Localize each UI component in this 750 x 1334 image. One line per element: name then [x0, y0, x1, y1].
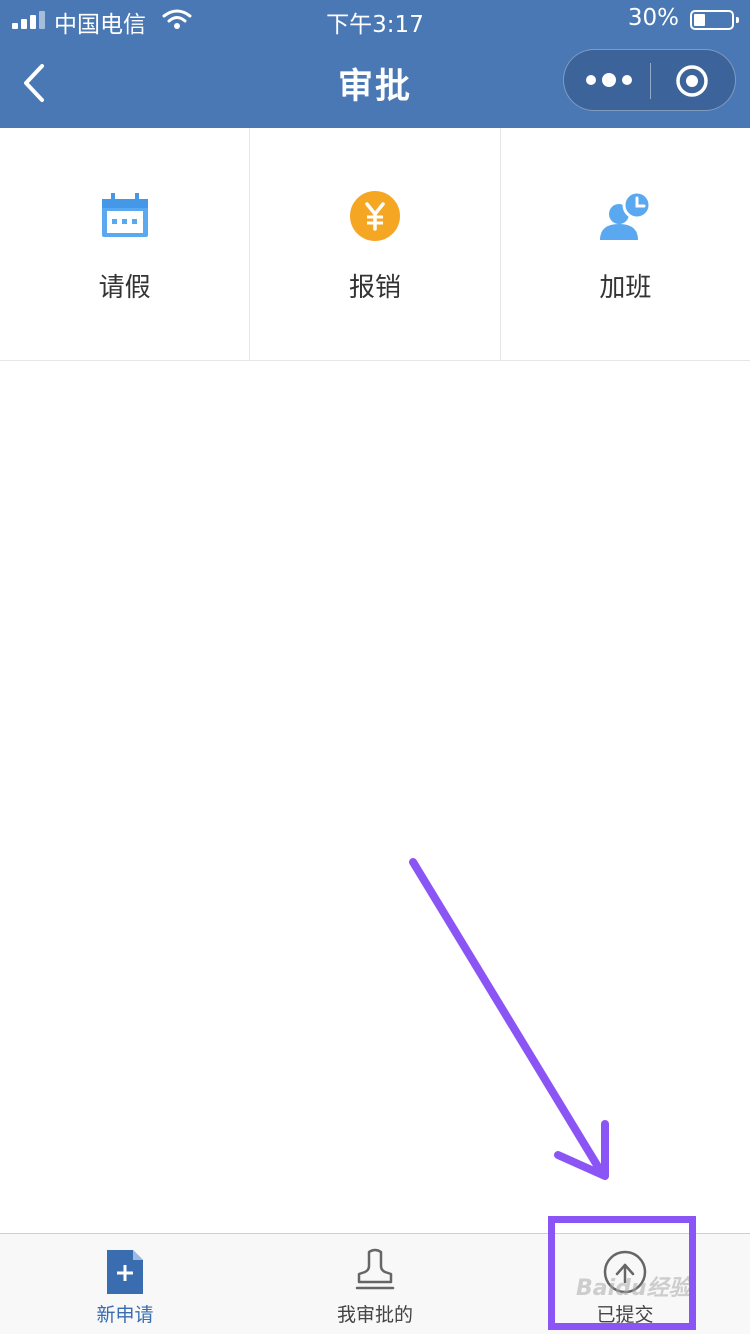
user-clock-icon — [600, 190, 652, 240]
tab-new-request[interactable]: 新申请 — [0, 1234, 250, 1334]
header-bar: 中国电信 下午3:17 30% 审批 — [0, 0, 750, 128]
tab-label: 新申请 — [96, 1304, 154, 1326]
battery-percent: 30% — [627, 5, 679, 31]
target-circle-icon[interactable] — [674, 63, 710, 99]
new-document-icon — [107, 1250, 143, 1294]
more-dots-icon[interactable] — [582, 64, 636, 96]
capsule-divider — [650, 63, 651, 99]
yen-coin-icon — [349, 191, 400, 241]
status-bar: 中国电信 下午3:17 30% — [0, 0, 750, 40]
tab-submitted[interactable]: 已提交 — [500, 1234, 750, 1334]
tab-label: 已提交 — [596, 1304, 654, 1326]
stamp-icon — [355, 1248, 395, 1290]
tab-my-approvals[interactable]: 我审批的 — [250, 1234, 500, 1334]
grid-item-label: 加班 — [599, 273, 652, 303]
upload-circle-icon — [603, 1250, 647, 1294]
bottom-tab-bar: 新申请 我审批的 已提交 — [0, 1233, 750, 1334]
menu-capsule — [563, 49, 736, 111]
grid-item-label: 请假 — [98, 273, 151, 303]
grid-item-leave[interactable]: 请假 — [0, 128, 251, 360]
grid-item-label: 报销 — [348, 273, 401, 303]
grid-item-reimburse[interactable]: 报销 — [250, 128, 501, 360]
battery-icon — [690, 10, 739, 30]
calendar-icon — [101, 193, 148, 237]
grid-item-overtime[interactable]: 加班 — [501, 128, 750, 360]
approval-type-grid: 请假 报销 加班 — [0, 128, 750, 361]
tab-label: 我审批的 — [336, 1304, 413, 1326]
